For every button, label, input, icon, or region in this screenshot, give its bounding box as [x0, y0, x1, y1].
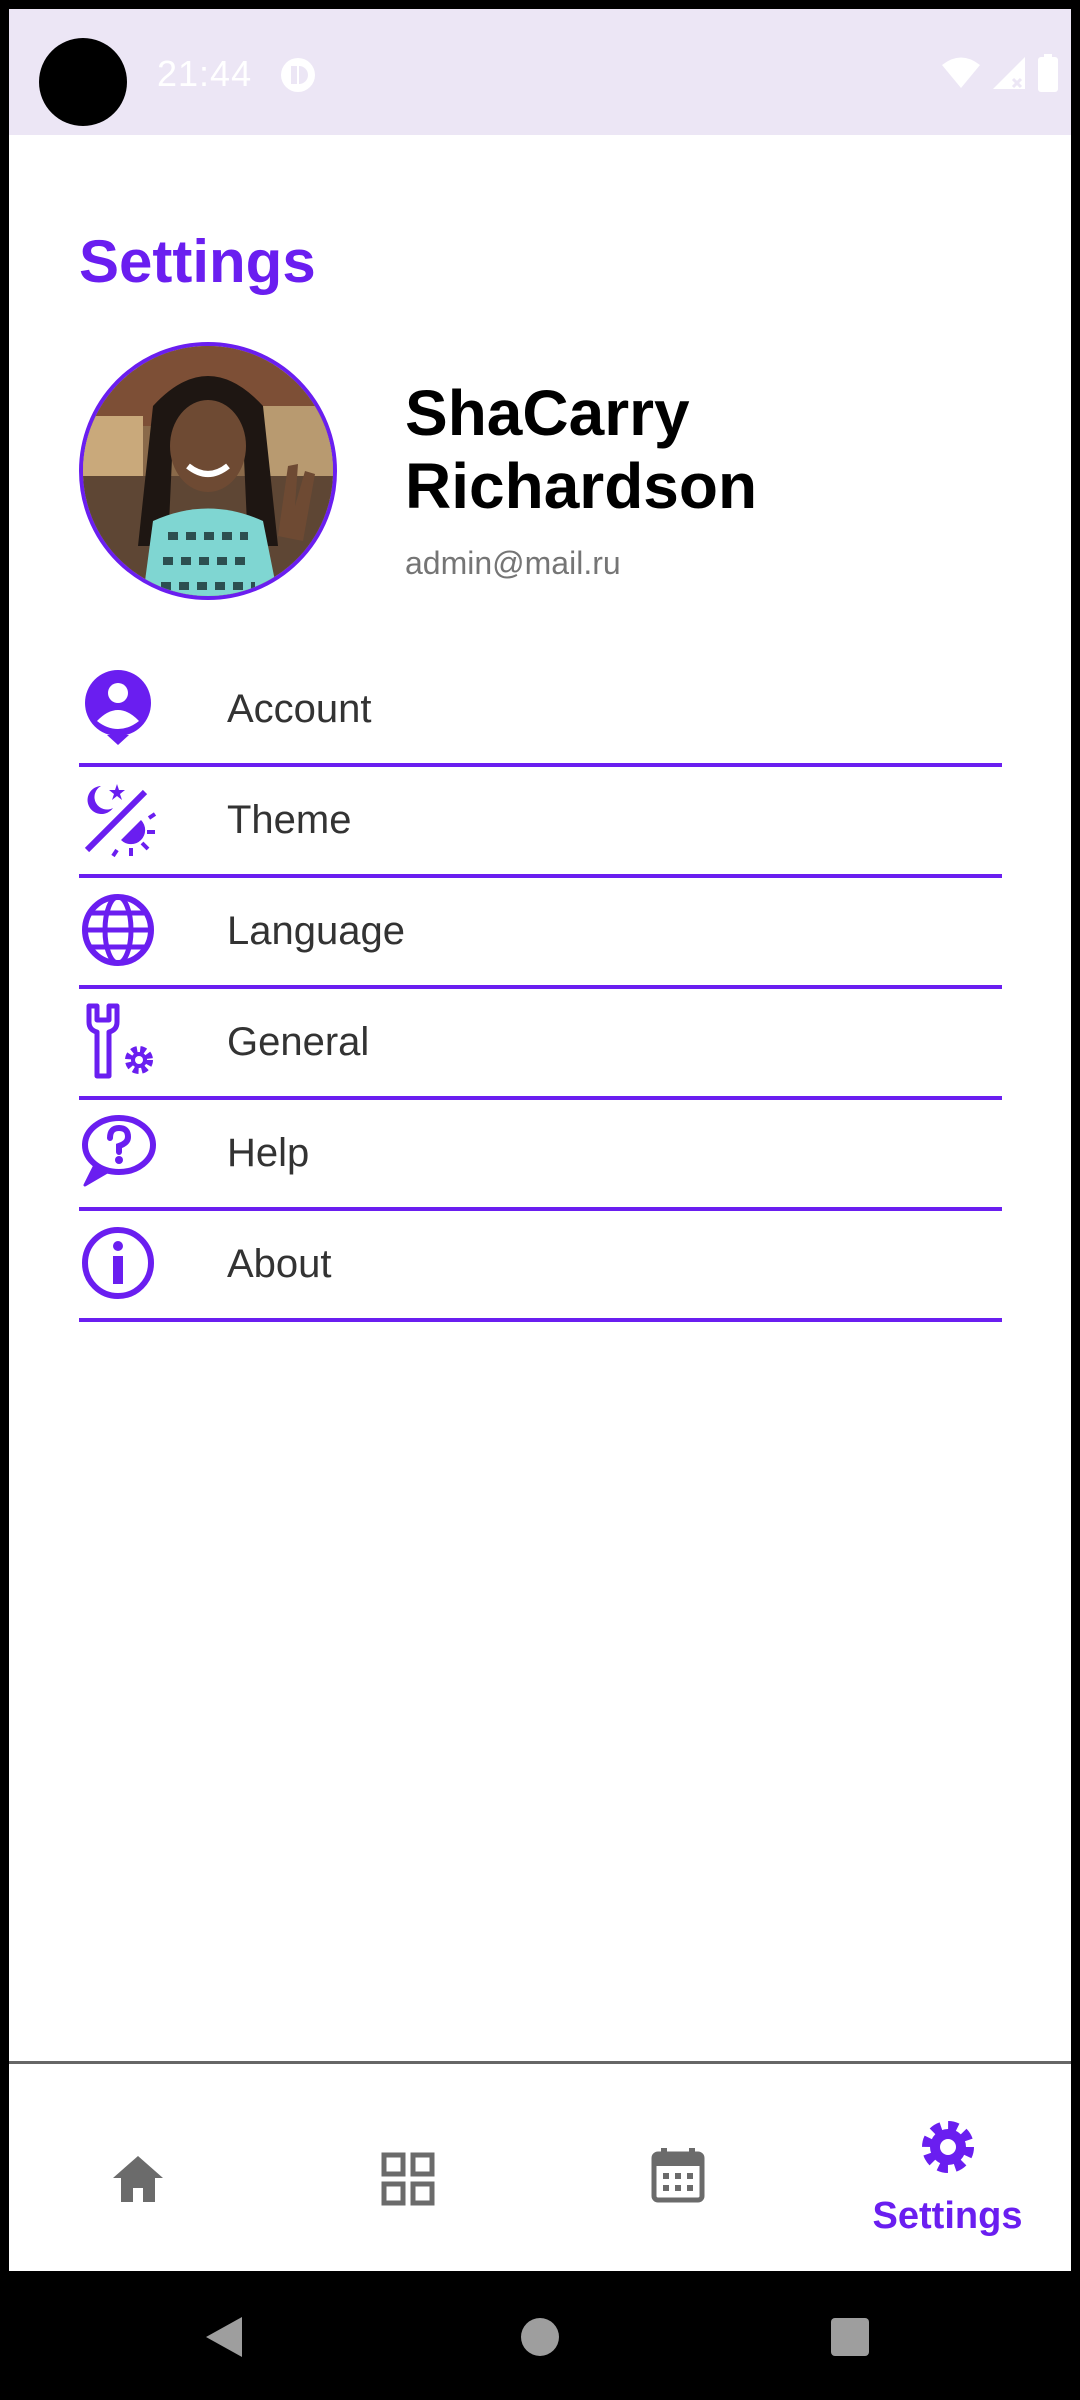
status-bar: 21:44 — [9, 9, 1071, 135]
menu-label-about: About — [227, 1242, 332, 1286]
page-title: Settings — [79, 228, 316, 295]
menu-label-general: General — [227, 1020, 370, 1064]
home-icon — [113, 2156, 163, 2202]
signal-icon — [993, 57, 1025, 89]
menu-label-account: Account — [227, 687, 372, 731]
battery-icon — [1038, 54, 1058, 92]
profile-email: admin@mail.ru — [405, 545, 621, 581]
menu-item-about[interactable]: About — [79, 1211, 1002, 1322]
nav-label-settings: Settings — [872, 2195, 1023, 2237]
info-icon — [82, 1227, 154, 1299]
menu-item-help[interactable]: Help — [79, 1100, 1002, 1211]
nav-item-settings[interactable]: Settings — [815, 2064, 1071, 2271]
profile-photo — [83, 346, 333, 596]
menu-item-language[interactable]: Language — [79, 878, 1002, 989]
avatar[interactable] — [79, 342, 337, 600]
home-circle-icon[interactable] — [520, 2317, 560, 2357]
recents-square-icon[interactable] — [830, 2317, 870, 2357]
system-navigation-bar — [0, 2271, 1080, 2400]
menu-label-language: Language — [227, 909, 405, 953]
back-icon[interactable] — [204, 2315, 244, 2359]
theme-day-night-icon — [84, 784, 157, 858]
wrench-gear-icon — [86, 1003, 153, 1079]
app-notification-icon — [281, 58, 315, 92]
status-icons — [941, 53, 1059, 93]
status-time: 21:44 — [157, 53, 253, 94]
globe-icon — [82, 894, 154, 966]
settings-menu: Account Theme Language General Help Abou… — [79, 656, 1002, 1322]
account-circle-icon — [85, 670, 151, 745]
help-bubble-icon — [82, 1115, 156, 1187]
nav-item-calendar[interactable] — [549, 2064, 814, 2271]
menu-label-theme: Theme — [227, 798, 352, 842]
nav-item-grid[interactable] — [279, 2064, 544, 2271]
profile-name: ShaCarry Richardson — [405, 377, 758, 522]
device-frame: 21:44 Settings ShaCarry Richardson admin… — [0, 0, 1080, 2400]
bottom-navigation: Settings — [9, 2061, 1071, 2271]
menu-label-help: Help — [227, 1131, 310, 1175]
gear-icon — [922, 2121, 974, 2173]
nav-item-home[interactable] — [9, 2064, 274, 2271]
calendar-icon — [651, 2148, 705, 2203]
menu-item-theme[interactable]: Theme — [79, 767, 1002, 878]
wifi-icon — [942, 57, 980, 88]
camera-cutout — [39, 38, 127, 126]
grid-icon — [381, 2152, 435, 2206]
app-screen: 21:44 Settings ShaCarry Richardson admin… — [9, 9, 1071, 2271]
menu-item-account[interactable]: Account — [79, 656, 1002, 767]
menu-item-general[interactable]: General — [79, 989, 1002, 1100]
